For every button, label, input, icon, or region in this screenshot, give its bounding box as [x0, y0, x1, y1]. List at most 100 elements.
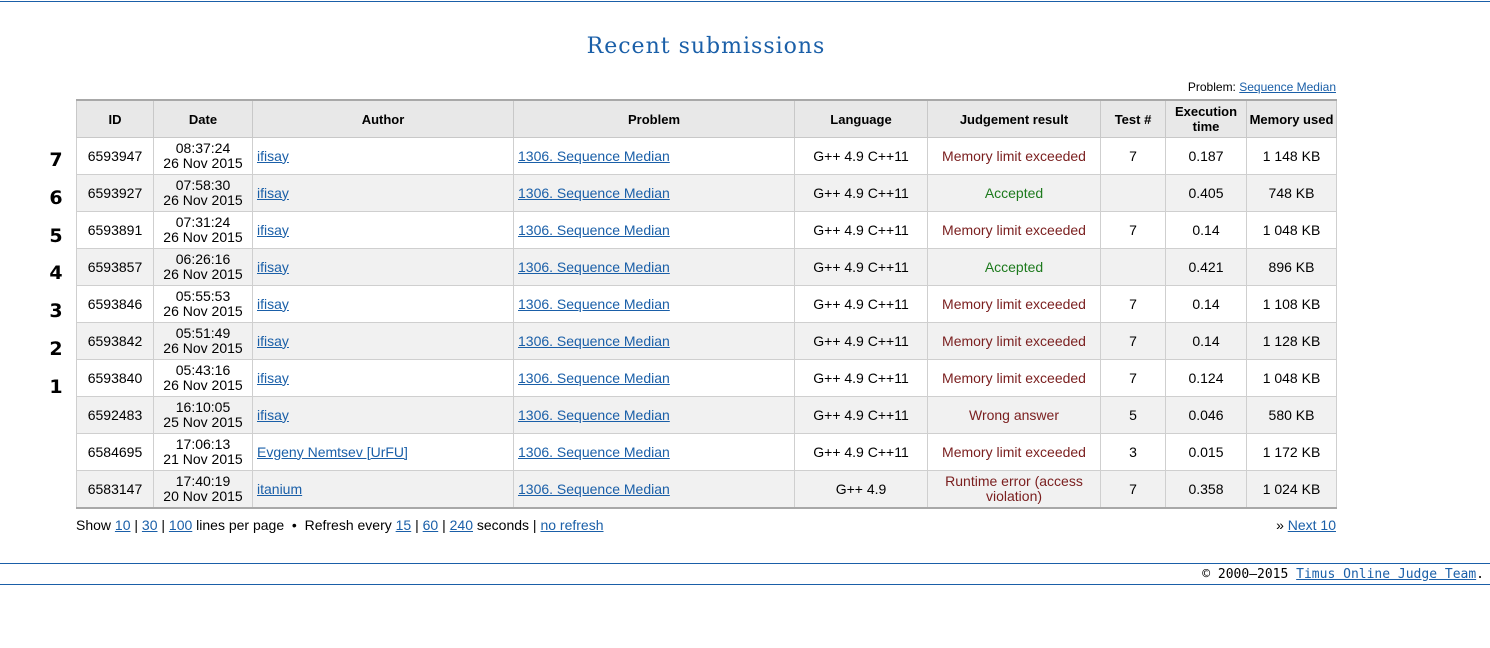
row-annotation-number: 2 [49, 338, 63, 360]
show-10-link[interactable]: 10 [115, 517, 131, 533]
footer: © 2000–2015 Timus Online Judge Team. [0, 563, 1490, 585]
problem-cell: 1306. Sequence Median [513, 285, 795, 323]
memory-used: 1 148 KB [1246, 137, 1337, 175]
author-link[interactable]: ifisay [257, 259, 289, 275]
problem-cell: 1306. Sequence Median [513, 322, 795, 360]
problem-link[interactable]: 1306. Sequence Median [518, 222, 670, 238]
table-row: 6593891 07:31:24 26 Nov 2015 ifisay 1306. Se… [76, 211, 1337, 249]
author-link[interactable]: ifisay [257, 407, 289, 423]
row-annotation-number: 1 [49, 375, 63, 398]
problem-filter: Problem: Sequence Median [1188, 80, 1336, 94]
submission-date: 21 Nov 2015 [163, 451, 243, 467]
problem-link[interactable]: 1306. Sequence Median [518, 296, 670, 312]
table-row: 6593840 05:43:16 26 Nov 2015 ifisay 1306. Se… [76, 359, 1337, 397]
submission-date: 26 Nov 2015 [163, 266, 243, 282]
submission-time: 17:40:19 [175, 473, 231, 489]
row-annotation-number: 7 [49, 149, 63, 171]
language: G++ 4.9 C++11 [794, 285, 928, 323]
submission-datetime: 05:51:49 26 Nov 2015 [153, 322, 253, 360]
column-header-problem: Problem [513, 99, 795, 138]
author-link[interactable]: ifisay [257, 370, 289, 386]
submission-time: 07:58:30 [175, 177, 231, 193]
test-number: 7 [1100, 285, 1166, 323]
author-link[interactable]: ifisay [257, 185, 289, 201]
submission-datetime: 06:26:16 26 Nov 2015 [153, 248, 253, 286]
author-link[interactable]: ifisay [257, 148, 289, 164]
submission-date: 26 Nov 2015 [163, 192, 243, 208]
test-number [1100, 174, 1166, 212]
problem-link[interactable]: 1306. Sequence Median [518, 148, 670, 164]
no-refresh-link[interactable]: no refresh [540, 517, 603, 533]
table-row: 6593857 06:26:16 26 Nov 2015 ifisay 1306. Se… [76, 248, 1337, 286]
language: G++ 4.9 [794, 470, 928, 509]
refresh-240-link[interactable]: 240 [450, 517, 473, 533]
show-100-link[interactable]: 100 [169, 517, 192, 533]
test-number [1100, 248, 1166, 286]
problem-cell: 1306. Sequence Median [513, 470, 795, 509]
submission-id: 6583147 [76, 470, 154, 509]
execution-time: 0.421 [1165, 248, 1247, 286]
language: G++ 4.9 C++11 [794, 396, 928, 434]
memory-used: 1 128 KB [1246, 322, 1337, 360]
execution-time: 0.187 [1165, 137, 1247, 175]
submission-date: 26 Nov 2015 [163, 377, 243, 393]
pager-bullet: • [291, 517, 297, 533]
table-header: ID Date Author Problem Language Judgemen… [76, 99, 1337, 138]
author-link[interactable]: itanium [257, 481, 302, 497]
submission-time: 16:10:05 [175, 399, 231, 415]
column-header-exec-time: Execution time [1165, 99, 1247, 138]
author-link[interactable]: ifisay [257, 222, 289, 238]
test-number: 3 [1100, 433, 1166, 471]
test-number: 7 [1100, 211, 1166, 249]
refresh-15-link[interactable]: 15 [396, 517, 412, 533]
submission-id: 6593857 [76, 248, 154, 286]
test-number: 7 [1100, 137, 1166, 175]
author-cell: ifisay [252, 359, 514, 397]
show-30-link[interactable]: 30 [142, 517, 158, 533]
language: G++ 4.9 C++11 [794, 174, 928, 212]
submission-time: 17:06:13 [175, 436, 231, 452]
memory-used: 1 024 KB [1246, 470, 1337, 509]
problem-link[interactable]: 1306. Sequence Median [518, 481, 670, 497]
author-link[interactable]: ifisay [257, 333, 289, 349]
author-link[interactable]: ifisay [257, 296, 289, 312]
author-link[interactable]: Evgeny Nemtsev [UrFU] [257, 444, 408, 460]
execution-time: 0.358 [1165, 470, 1247, 509]
submission-time: 06:26:16 [175, 251, 231, 267]
language: G++ 4.9 C++11 [794, 211, 928, 249]
judgement-result: Memory limit exceeded [927, 211, 1101, 249]
column-header-result: Judgement result [927, 99, 1101, 138]
row-annotation-number: 3 [49, 300, 63, 323]
row-annotation-number: 5 [49, 224, 63, 247]
next-10-link[interactable]: Next 10 [1288, 517, 1336, 533]
problem-link[interactable]: 1306. Sequence Median [518, 407, 670, 423]
table-row: 6592483 16:10:05 25 Nov 2015 ifisay 1306. Se… [76, 396, 1337, 434]
refresh-60-link[interactable]: 60 [423, 517, 439, 533]
submission-id: 6593947 [76, 137, 154, 175]
problem-link[interactable]: 1306. Sequence Median [518, 259, 670, 275]
author-cell: ifisay [252, 285, 514, 323]
problem-link[interactable]: 1306. Sequence Median [518, 370, 670, 386]
execution-time: 0.14 [1165, 211, 1247, 249]
column-header-memory: Memory used [1246, 99, 1337, 138]
page-title: Recent submissions [586, 34, 826, 59]
problem-link[interactable]: 1306. Sequence Median [518, 333, 670, 349]
team-link[interactable]: Timus Online Judge Team [1296, 567, 1476, 582]
submission-id: 6593840 [76, 359, 154, 397]
submission-id: 6593846 [76, 285, 154, 323]
problem-link[interactable]: 1306. Sequence Median [518, 185, 670, 201]
judgement-result: Memory limit exceeded [927, 433, 1101, 471]
copyright-period: . [1476, 567, 1484, 582]
table-row: 6583147 17:40:19 20 Nov 2015 itanium 1306. S… [76, 470, 1337, 509]
problem-cell: 1306. Sequence Median [513, 174, 795, 212]
submission-datetime: 08:37:24 26 Nov 2015 [153, 137, 253, 175]
copyright-text: © 2000–2015 [1202, 567, 1289, 582]
author-cell: Evgeny Nemtsev [UrFU] [252, 433, 514, 471]
test-number: 7 [1100, 359, 1166, 397]
problem-link[interactable]: 1306. Sequence Median [518, 444, 670, 460]
submission-id: 6584695 [76, 433, 154, 471]
execution-time: 0.405 [1165, 174, 1247, 212]
problem-filter-link[interactable]: Sequence Median [1239, 80, 1336, 94]
submission-id: 6593927 [76, 174, 154, 212]
author-cell: ifisay [252, 211, 514, 249]
